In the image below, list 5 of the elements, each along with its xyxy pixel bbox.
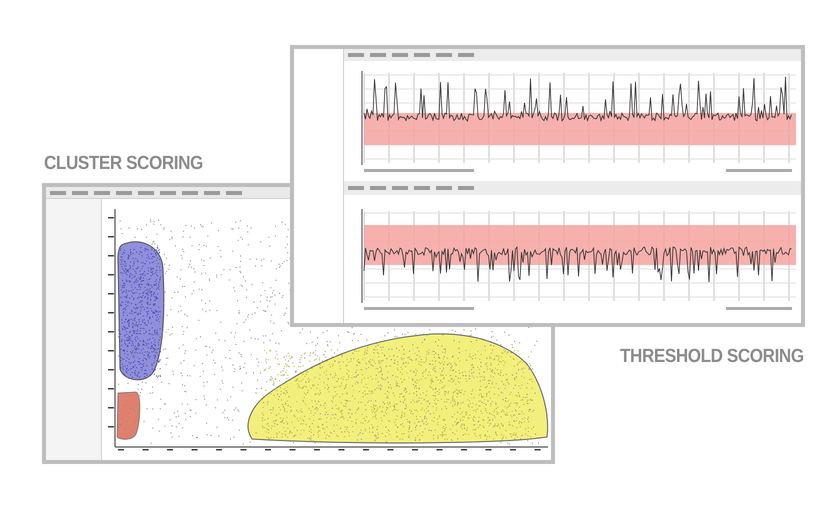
axis-label-bar (726, 169, 792, 172)
caption: CLUSTER SCORING (44, 152, 203, 176)
axis-label-bar (726, 307, 792, 310)
caption: THRESHOLD SCORING (620, 345, 804, 369)
cluster-region (116, 392, 140, 440)
